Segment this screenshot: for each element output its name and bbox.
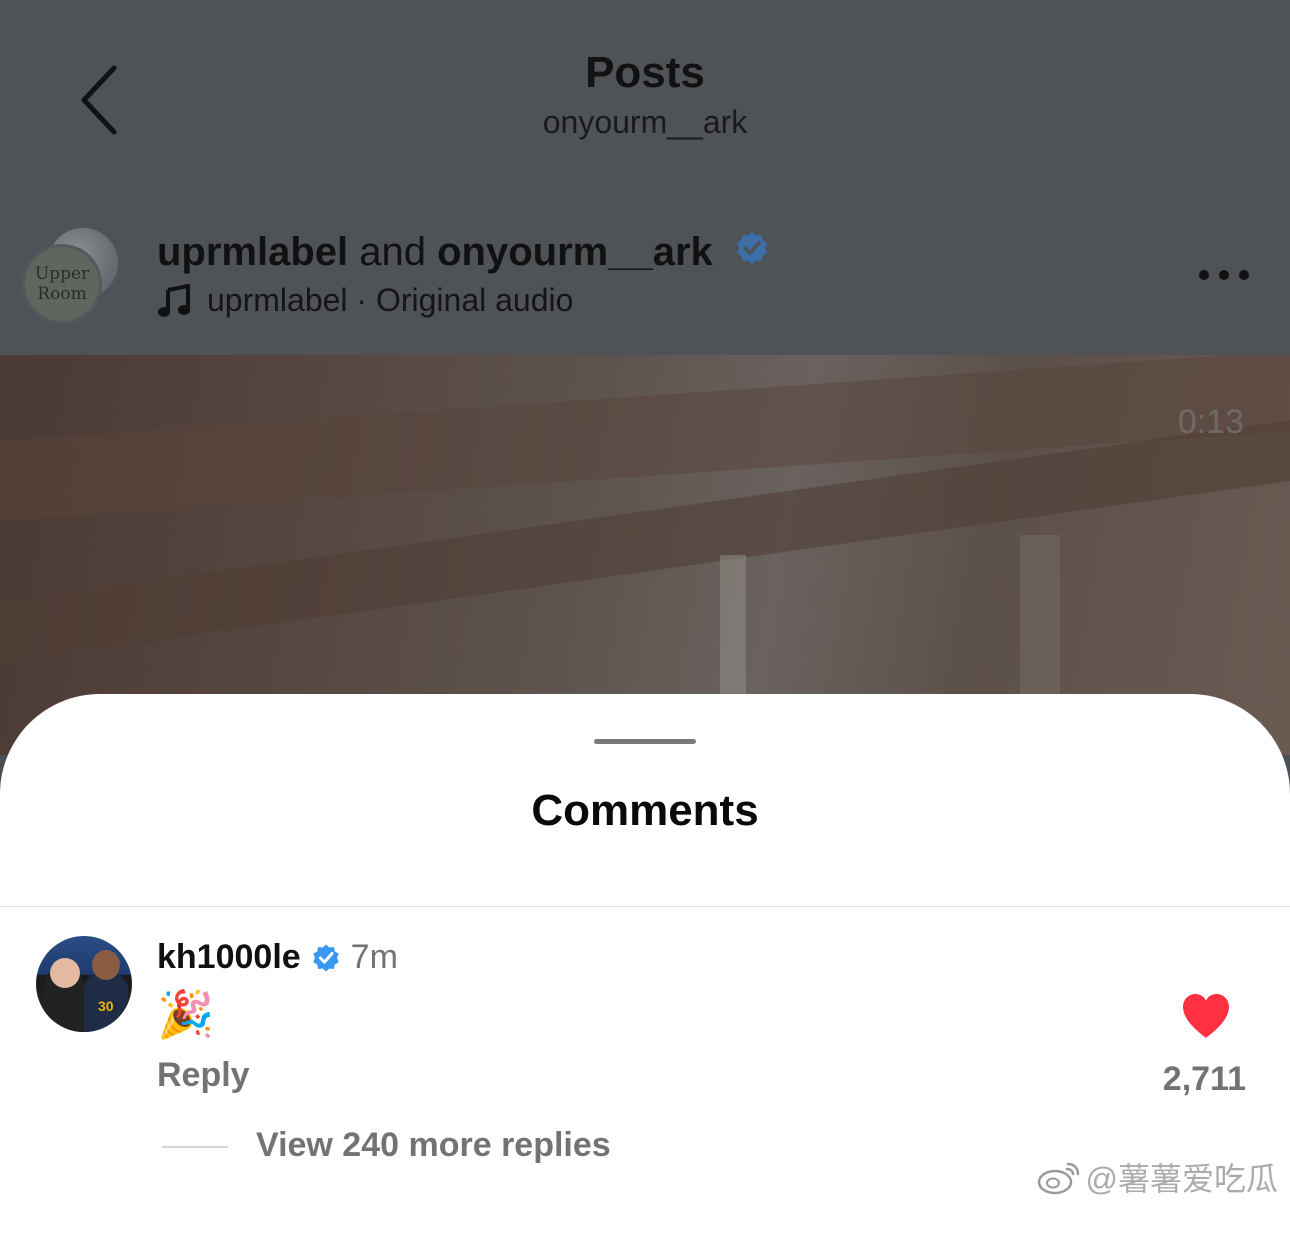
audio-attribution[interactable]: uprmlabel · Original audio — [157, 282, 573, 319]
author-primary[interactable]: uprmlabel — [157, 230, 348, 274]
author-joiner: and — [348, 230, 438, 274]
post-authors[interactable]: uprmlabel and onyourm__ark — [157, 230, 770, 275]
comments-sheet: Comments 30 kh1000le 7m 🎉 Reply 2,711 Vi… — [0, 694, 1290, 1234]
author-secondary[interactable]: onyourm__ark — [437, 230, 713, 274]
verified-icon — [736, 232, 768, 265]
jersey-number: 30 — [98, 998, 114, 1014]
sheet-drag-handle[interactable] — [594, 739, 696, 744]
comment-username[interactable]: kh1000le — [157, 938, 301, 977]
verified-icon — [312, 944, 339, 971]
replies-line — [162, 1146, 228, 1148]
watermark: @薯薯爱吃瓜 — [1036, 1154, 1279, 1200]
weibo-icon — [1037, 1162, 1079, 1195]
comment-header: kh1000le 7m — [157, 938, 398, 977]
post-header: Posts onyourm__ark Upper Room uprmlabel … — [0, 0, 1290, 355]
comment-text: 🎉 — [157, 988, 215, 1040]
like-count: 2,711 — [1162, 1060, 1246, 1098]
page-subtitle: onyourm__ark — [542, 104, 748, 140]
author-avatar[interactable]: Upper Room — [22, 228, 118, 324]
music-icon — [158, 283, 190, 317]
comment-time: 7m — [350, 938, 398, 976]
heart-icon[interactable] — [1180, 992, 1232, 1040]
audio-text: uprmlabel · Original audio — [207, 282, 574, 318]
more-options-icon[interactable] — [1198, 268, 1250, 282]
reply-button[interactable]: Reply — [157, 1056, 250, 1095]
watermark-text: @薯薯爱吃瓜 — [1085, 1161, 1279, 1197]
view-more-replies-button[interactable]: View 240 more replies — [256, 1126, 611, 1165]
video-timestamp: 0:13 — [1177, 403, 1244, 441]
upper-room-logo: Upper Room — [22, 244, 102, 324]
page-title: Posts — [585, 48, 705, 97]
comment-avatar[interactable]: 30 — [36, 936, 132, 1032]
divider — [0, 906, 1290, 907]
comments-title: Comments — [531, 786, 759, 835]
